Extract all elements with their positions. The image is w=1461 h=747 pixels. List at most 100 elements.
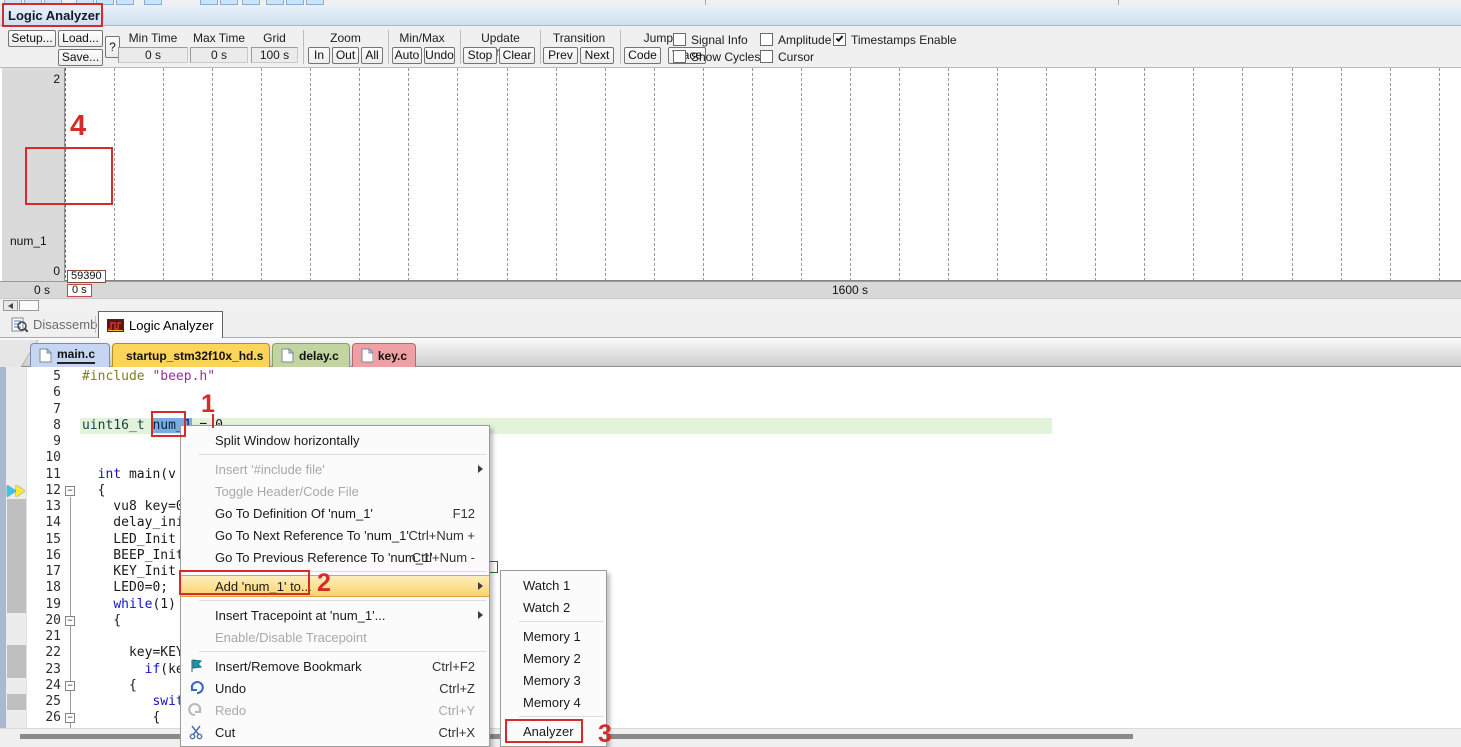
menu-item-label: Go To Definition Of 'num_1' bbox=[215, 506, 373, 521]
scroll-left-button[interactable] bbox=[3, 300, 18, 311]
tab-delay-c[interactable]: delay.c bbox=[272, 343, 350, 367]
menu-item-insert-include-file: Insert '#include file' bbox=[181, 458, 489, 480]
submenu-item-watch-2[interactable]: Watch 2 bbox=[501, 596, 606, 618]
zoom-in-button[interactable]: In bbox=[308, 47, 330, 64]
line-number: 14 bbox=[27, 515, 61, 531]
tab-main-c-label: main.c bbox=[57, 347, 95, 364]
grid-line bbox=[1193, 68, 1194, 281]
menu-item-cut[interactable]: Cut Ctrl+X bbox=[181, 721, 489, 743]
grid-line bbox=[408, 68, 409, 281]
logic-analyzer-title: Logic Analyzer bbox=[0, 5, 1461, 26]
menu-item-label: Redo bbox=[215, 703, 246, 718]
code-text: { bbox=[82, 710, 160, 726]
timeline-ruler[interactable] bbox=[0, 281, 1461, 298]
submenu-item-watch-1[interactable]: Watch 1 bbox=[501, 574, 606, 596]
grid-line bbox=[948, 68, 949, 281]
save-button[interactable]: Save... bbox=[58, 49, 103, 66]
setup-button[interactable]: Setup... bbox=[8, 30, 56, 47]
next-button[interactable]: Next bbox=[580, 47, 614, 64]
tab-main-c[interactable]: main.c bbox=[30, 343, 110, 367]
line-number: 24 bbox=[27, 678, 61, 694]
tab-startup-s[interactable]: startup_stm32f10x_hd.s bbox=[112, 343, 270, 367]
code-text: vu8 key=0 bbox=[82, 499, 184, 515]
grid-label: Grid bbox=[251, 31, 298, 45]
menu-item-insert-remove-bookmark[interactable]: Insert/Remove BookmarkCtrl+F2 bbox=[181, 655, 489, 677]
jump-code-button[interactable]: Code bbox=[624, 47, 661, 64]
grid-line bbox=[163, 68, 164, 281]
menu-item-go-to-previous-reference-to-num-1[interactable]: Go To Previous Reference To 'num_1'Ctrl+… bbox=[181, 546, 489, 568]
file-tab-bar: main.c startup_stm32f10x_hd.s delay.c ke… bbox=[0, 338, 1461, 367]
y-axis-min: 0 bbox=[20, 264, 60, 278]
annotation-step-4: 4 bbox=[70, 110, 86, 143]
stop-button[interactable]: Stop bbox=[463, 47, 497, 64]
logic-analyzer-icon bbox=[107, 319, 124, 332]
max-time-value: 0 s bbox=[190, 47, 248, 63]
menu-item-label: Insert '#include file' bbox=[215, 462, 325, 477]
menu-item-split-window-horizontally[interactable]: Split Window horizontally bbox=[181, 429, 489, 451]
menu-item-go-to-next-reference-to-num-1[interactable]: Go To Next Reference To 'num_1'Ctrl+Num … bbox=[181, 524, 489, 546]
submenu-arrow-icon bbox=[478, 611, 483, 619]
line-number: 11 bbox=[27, 467, 61, 483]
zoom-out-button[interactable]: Out bbox=[332, 47, 359, 64]
line-number: 26 bbox=[27, 710, 61, 726]
submenu-item-memory-2[interactable]: Memory 2 bbox=[501, 647, 606, 669]
fold-collapse-box[interactable]: − bbox=[65, 713, 75, 723]
logic-analyzer-toolbar: Setup... Load... Save... ? Min Time 0 s … bbox=[0, 26, 1461, 68]
minmax-auto-button[interactable]: Auto bbox=[392, 47, 422, 64]
code-text: switc bbox=[82, 694, 192, 710]
annotation-box-signal bbox=[25, 147, 113, 205]
clear-button[interactable]: Clear bbox=[499, 47, 535, 64]
menu-separator bbox=[199, 454, 486, 455]
code-line-5[interactable]: 5#include "beep.h" bbox=[0, 369, 1461, 386]
file-icon bbox=[361, 348, 373, 363]
submenu-item-memory-4[interactable]: Memory 4 bbox=[501, 691, 606, 713]
fold-collapse-box[interactable]: − bbox=[65, 486, 75, 496]
tab-logic-analyzer[interactable]: Logic Analyzer bbox=[98, 311, 223, 338]
submenu-item-memory-1[interactable]: Memory 1 bbox=[501, 625, 606, 647]
menu-item-label: Go To Next Reference To 'num_1' bbox=[215, 528, 409, 543]
grid-line bbox=[359, 68, 360, 281]
amplitude-checkbox[interactable] bbox=[760, 33, 773, 46]
menu-separator bbox=[519, 716, 603, 717]
fold-collapse-box[interactable]: − bbox=[65, 681, 75, 691]
code-text: { bbox=[82, 613, 121, 629]
signal-info-checkbox[interactable] bbox=[673, 33, 686, 46]
menu-shortcut: Ctrl+X bbox=[439, 725, 475, 740]
cursor-time-value: 0 s bbox=[67, 284, 92, 297]
code-line-7[interactable]: 7 bbox=[0, 402, 1461, 419]
grid-line bbox=[850, 68, 851, 281]
menu-separator bbox=[519, 621, 603, 622]
load-button[interactable]: Load... bbox=[58, 30, 103, 47]
zoom-all-button[interactable]: All bbox=[361, 47, 383, 64]
code-line-6[interactable]: 6 bbox=[0, 385, 1461, 402]
tab-key-c[interactable]: key.c bbox=[352, 343, 416, 367]
menu-item-label: Cut bbox=[215, 725, 235, 740]
grid-line bbox=[997, 68, 998, 281]
signal-name[interactable]: num_1 bbox=[10, 234, 47, 248]
bookmark-icon bbox=[188, 658, 206, 674]
grid-line bbox=[457, 68, 458, 281]
grid-line bbox=[212, 68, 213, 281]
fold-collapse-box[interactable]: − bbox=[65, 616, 75, 626]
left-arrow-icon bbox=[8, 303, 13, 309]
code-text: LED_Init bbox=[82, 532, 176, 548]
line-number: 15 bbox=[27, 532, 61, 548]
show-cycles-checkbox[interactable] bbox=[673, 50, 686, 63]
menu-item-label: Go To Previous Reference To 'num_1' bbox=[215, 550, 433, 565]
line-number: 8 bbox=[27, 418, 61, 434]
menu-item-undo[interactable]: UndoCtrl+Z bbox=[181, 677, 489, 699]
analyzer-scroll-thumb[interactable] bbox=[19, 300, 39, 311]
menu-shortcut: Ctrl+F2 bbox=[432, 659, 475, 674]
timestamps-enable-checkbox[interactable] bbox=[833, 33, 846, 46]
menu-item-go-to-definition-of-num-1[interactable]: Go To Definition Of 'num_1'F12 bbox=[181, 502, 489, 524]
minmax-undo-button[interactable]: Undo bbox=[424, 47, 455, 64]
menu-item-toggle-header-code-file: Toggle Header/Code File bbox=[181, 480, 489, 502]
code-text: { bbox=[82, 483, 105, 499]
prev-button[interactable]: Prev bbox=[543, 47, 578, 64]
cursor-checkbox[interactable] bbox=[760, 50, 773, 63]
view-tab-bar: Disassembly Logic Analyzer bbox=[0, 311, 1461, 338]
analyzer-hscrollbar[interactable] bbox=[0, 298, 1461, 311]
submenu-arrow-icon bbox=[478, 582, 483, 590]
submenu-item-memory-3[interactable]: Memory 3 bbox=[501, 669, 606, 691]
menu-item-insert-tracepoint-at-num-1[interactable]: Insert Tracepoint at 'num_1'... bbox=[181, 604, 489, 626]
